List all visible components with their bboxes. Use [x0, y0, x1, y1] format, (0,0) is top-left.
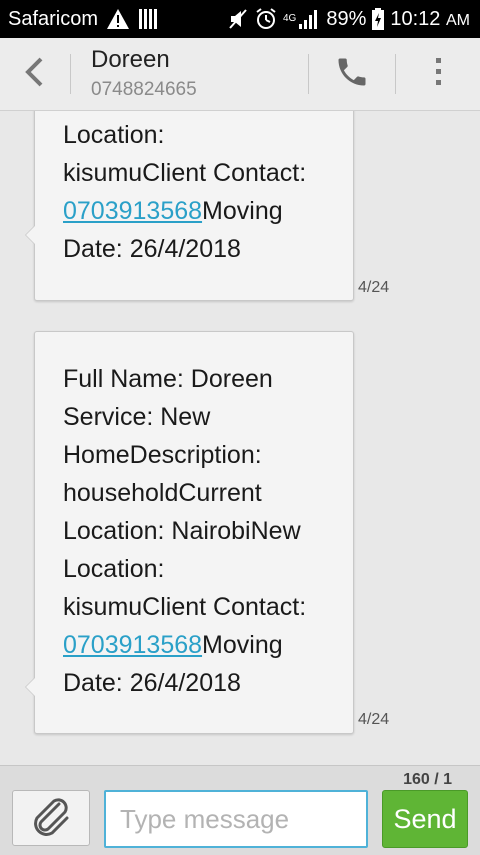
message-line: Location: NairobiNew: [63, 517, 301, 545]
phone-icon: [334, 54, 370, 95]
message-list[interactable]: Location: kisumuClient Contact: 07039135…: [0, 111, 480, 765]
overflow-menu-button[interactable]: [396, 38, 480, 110]
message-bubble[interactable]: Full Name: Doreen Service: New HomeDescr…: [25, 331, 354, 734]
message-line: Location:: [63, 121, 165, 149]
battery-charging-icon: [372, 8, 385, 30]
carrier-name: Safaricom: [8, 7, 99, 30]
attach-button[interactable]: [12, 790, 90, 846]
message-line: HomeDescription:: [63, 441, 262, 469]
paperclip-icon: [29, 796, 73, 841]
clock: 10:12 AM: [390, 8, 470, 31]
clock-time: 10:12: [390, 7, 441, 30]
message-line: kisumuClient Contact:: [63, 593, 307, 621]
clock-ampm: AM: [446, 11, 470, 29]
message-line: Full Name: Doreen: [63, 365, 273, 393]
message-line: 0703913568Moving: [63, 192, 331, 230]
compose-bar: 160 / 1 Send: [0, 765, 480, 855]
call-button[interactable]: [309, 38, 395, 110]
message-text: Moving: [202, 631, 283, 659]
message-line: Service: New: [63, 403, 211, 431]
status-bar: Safaricom 4G 89% 10:12 AM: [0, 0, 480, 38]
message-line: 0703913568Moving: [63, 626, 331, 664]
phone-number-link[interactable]: 0703913568: [63, 197, 202, 225]
vibrate-off-icon: [227, 8, 249, 30]
message-text: Moving: [202, 197, 283, 225]
message-timestamp: 4/24: [358, 711, 390, 728]
sim-card-icon: [138, 8, 158, 30]
conversation-header: Doreen 0748824665: [0, 38, 480, 111]
message-line: Date: 26/4/2018: [63, 235, 241, 263]
back-button[interactable]: [0, 38, 70, 110]
warning-icon: [106, 8, 130, 30]
contact-info[interactable]: Doreen 0748824665: [71, 46, 308, 102]
message-line: kisumuClient Contact:: [63, 159, 307, 187]
alarm-icon: [255, 8, 277, 30]
send-button[interactable]: Send: [382, 790, 468, 848]
message-line: Date: 26/4/2018: [63, 669, 241, 697]
back-icon: [23, 56, 47, 93]
battery-percent: 89%: [326, 7, 367, 30]
network-type: 4G: [283, 13, 297, 24]
message-line: householdCurrent: [63, 479, 262, 507]
character-counter: 160 / 1: [403, 771, 452, 788]
phone-number-link[interactable]: 0703913568: [63, 631, 202, 659]
message-line: Location:: [63, 555, 165, 583]
contact-name: Doreen: [91, 46, 170, 73]
signal-icon: [298, 8, 320, 30]
contact-number: 0748824665: [91, 79, 197, 100]
overflow-menu-icon: [434, 56, 442, 93]
message-input[interactable]: [104, 790, 368, 848]
message-timestamp: 4/24: [358, 279, 390, 296]
message-bubble[interactable]: Location: kisumuClient Contact: 07039135…: [25, 111, 354, 301]
